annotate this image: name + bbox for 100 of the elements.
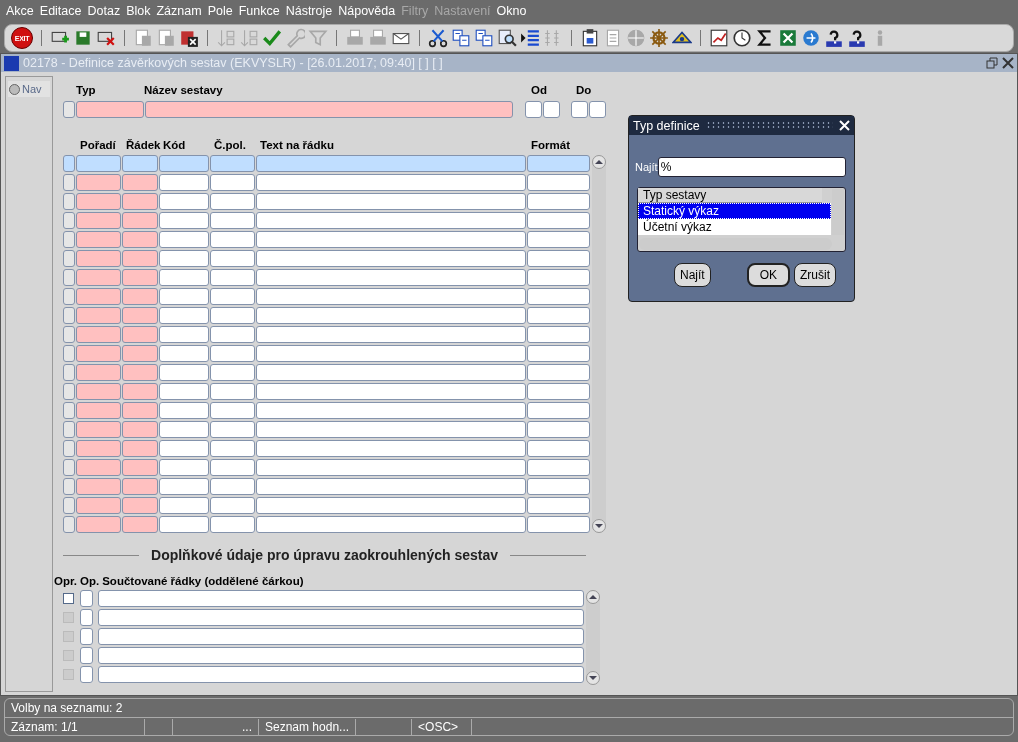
menu-item[interactable]: Nástroje <box>283 4 337 18</box>
form-field[interactable] <box>527 364 590 381</box>
spreadsheet-icon[interactable] <box>778 28 798 48</box>
form-field[interactable] <box>527 269 590 286</box>
form-field[interactable] <box>210 364 255 381</box>
form-field[interactable] <box>159 459 209 476</box>
form-field[interactable] <box>210 459 255 476</box>
form-field[interactable] <box>63 326 75 343</box>
form-field[interactable] <box>76 250 121 267</box>
form-field[interactable] <box>80 647 93 664</box>
form-field[interactable] <box>527 212 590 229</box>
dialog-button[interactable]: Zrušit <box>794 263 837 287</box>
form-field[interactable] <box>122 421 158 438</box>
form-field[interactable] <box>210 212 255 229</box>
form-field[interactable] <box>122 307 158 324</box>
form-field[interactable] <box>63 383 75 400</box>
form-field[interactable] <box>527 421 590 438</box>
form-field[interactable] <box>159 516 209 533</box>
form-field[interactable] <box>122 402 158 419</box>
list-item[interactable]: Statický výkaz <box>638 203 831 219</box>
find-field[interactable]: % <box>657 157 846 177</box>
form-field[interactable] <box>159 250 209 267</box>
form-field[interactable] <box>80 628 93 645</box>
form-field[interactable] <box>76 174 121 191</box>
form-field[interactable] <box>159 193 209 210</box>
paste-icon[interactable] <box>474 28 494 48</box>
form-field[interactable] <box>159 383 209 400</box>
form-field[interactable] <box>122 440 158 457</box>
form-field[interactable] <box>122 459 158 476</box>
form-field[interactable] <box>543 101 560 118</box>
scrollbar[interactable] <box>832 189 844 235</box>
form-field[interactable] <box>571 101 588 118</box>
form-field[interactable] <box>98 666 584 683</box>
form-field[interactable] <box>525 101 542 118</box>
form-field[interactable] <box>122 212 158 229</box>
checkbox[interactable] <box>63 593 74 604</box>
form-field[interactable] <box>256 440 526 457</box>
form-field[interactable] <box>76 345 121 362</box>
form-field[interactable] <box>63 193 75 210</box>
form-field[interactable] <box>63 212 75 229</box>
form-field[interactable] <box>256 383 526 400</box>
form-field[interactable] <box>122 250 158 267</box>
form-field[interactable] <box>76 212 121 229</box>
form-field[interactable] <box>527 231 590 248</box>
form-field[interactable] <box>122 326 158 343</box>
menu-item[interactable]: Editace <box>37 4 86 18</box>
form-field[interactable] <box>159 478 209 495</box>
form-field[interactable] <box>159 155 209 172</box>
form-field[interactable] <box>210 231 255 248</box>
form-field[interactable] <box>256 250 526 267</box>
save-icon[interactable] <box>73 28 93 48</box>
form-field[interactable] <box>527 478 590 495</box>
form-field[interactable] <box>63 421 75 438</box>
wheel-icon[interactable] <box>649 28 669 48</box>
form-field[interactable] <box>256 402 526 419</box>
form-field[interactable] <box>159 174 209 191</box>
form-field[interactable] <box>527 459 590 476</box>
form-field[interactable] <box>210 193 255 210</box>
form-field[interactable] <box>76 155 121 172</box>
form-field[interactable] <box>527 497 590 514</box>
form-field[interactable] <box>122 345 158 362</box>
form-field[interactable] <box>210 307 255 324</box>
menu-item[interactable]: Záznam <box>154 4 206 18</box>
form-field[interactable] <box>256 193 526 210</box>
form-field[interactable] <box>256 307 526 324</box>
form-field[interactable] <box>63 516 75 533</box>
form-field[interactable] <box>80 590 93 607</box>
form-field[interactable] <box>76 440 121 457</box>
form-field[interactable] <box>527 174 590 191</box>
form-field[interactable] <box>122 478 158 495</box>
menu-item[interactable]: Funkce <box>236 4 284 18</box>
form-field[interactable] <box>210 269 255 286</box>
form-field[interactable] <box>210 383 255 400</box>
form-field[interactable] <box>210 478 255 495</box>
form-field[interactable] <box>76 421 121 438</box>
form-field[interactable] <box>256 326 526 343</box>
dialog-button[interactable]: OK <box>746 263 791 287</box>
scissors-icon[interactable] <box>428 28 448 48</box>
form-field[interactable] <box>63 250 75 267</box>
form-field[interactable] <box>210 440 255 457</box>
chart-icon[interactable] <box>709 28 729 48</box>
form-field[interactable] <box>76 383 121 400</box>
form-field[interactable] <box>76 326 121 343</box>
form-field[interactable] <box>527 402 590 419</box>
form-field[interactable] <box>256 345 526 362</box>
form-field[interactable] <box>527 193 590 210</box>
form-field[interactable] <box>63 478 75 495</box>
form-field[interactable] <box>63 174 75 191</box>
form-field[interactable] <box>63 345 75 362</box>
form-field[interactable] <box>256 231 526 248</box>
form-field[interactable] <box>159 307 209 324</box>
form-field[interactable] <box>76 231 121 248</box>
menu-item[interactable]: Akce <box>4 4 38 18</box>
browser-icon[interactable] <box>801 28 821 48</box>
form-field[interactable] <box>63 269 75 286</box>
search-icon[interactable] <box>497 28 517 48</box>
form-field[interactable] <box>210 421 255 438</box>
form-field[interactable] <box>527 250 590 267</box>
form-field[interactable] <box>122 364 158 381</box>
form-field[interactable] <box>63 288 75 305</box>
